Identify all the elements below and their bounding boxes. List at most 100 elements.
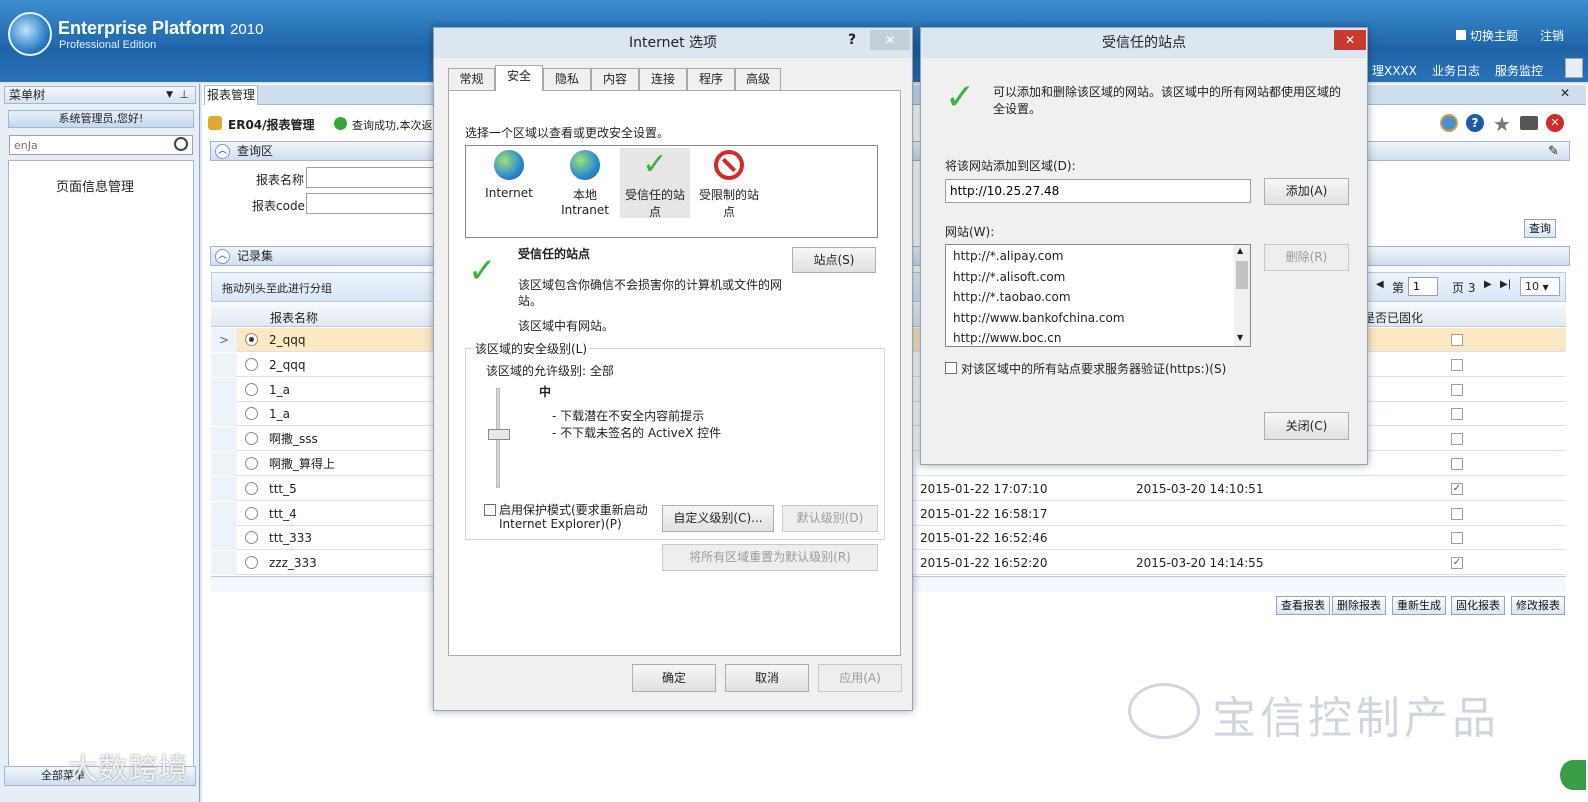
pin-icon[interactable]: ⊥: [179, 87, 189, 103]
action-button[interactable]: 查看报表: [1276, 596, 1330, 615]
scroll-down-icon[interactable]: ▼: [1237, 333, 1243, 342]
close-button[interactable]: ✕: [870, 30, 910, 50]
allowed-level: 该区域的允许级别: 全部: [486, 364, 614, 378]
collapse-icon[interactable]: ︿: [215, 249, 230, 264]
level-slider-thumb[interactable]: [488, 429, 510, 440]
tab-report-management[interactable]: 报表管理: [204, 85, 258, 105]
add-button[interactable]: 添加(A): [1264, 178, 1349, 205]
apply-button[interactable]: 应用(A): [818, 664, 902, 692]
col-header-name[interactable]: 报表名称: [270, 309, 318, 326]
action-button[interactable]: 修改报表: [1511, 596, 1565, 615]
listbox-scrollbar[interactable]: ▲ ▼: [1234, 245, 1250, 346]
collapse-icon[interactable]: ︿: [215, 144, 230, 159]
row-radio[interactable]: [245, 556, 258, 570]
group-by-hint: 拖动列头至此进行分组: [222, 282, 332, 295]
action-button[interactable]: 删除报表: [1332, 596, 1386, 615]
dropdown-icon[interactable]: ▼: [166, 87, 173, 103]
row-radio[interactable]: [245, 357, 258, 371]
query-button[interactable]: 查询: [1524, 219, 1556, 238]
nav-scroll-button[interactable]: [1565, 58, 1583, 78]
tab-6[interactable]: 高级: [735, 68, 781, 90]
action-button[interactable]: 固化报表: [1451, 596, 1505, 615]
row-fixed-checkbox[interactable]: [1451, 507, 1463, 520]
list-item[interactable]: http://*.alipay.com: [953, 249, 1063, 263]
pager-page-label: 第: [1392, 281, 1405, 295]
row-fixed-checkbox[interactable]: [1451, 358, 1463, 371]
tab-4[interactable]: 连接: [639, 68, 687, 90]
site-url-input[interactable]: [945, 179, 1251, 203]
help-button[interactable]: ?: [848, 32, 856, 48]
switch-theme-link[interactable]: 切换主题: [1456, 27, 1518, 44]
custom-level-button[interactable]: 自定义级别(C)...: [662, 505, 774, 532]
help-icon[interactable]: ?: [1466, 114, 1484, 132]
scroll-thumb[interactable]: [1236, 261, 1248, 289]
close-button[interactable]: ✕: [1334, 30, 1366, 50]
row-radio[interactable]: [245, 506, 258, 520]
last-page-icon[interactable]: ▶|: [1500, 279, 1511, 290]
tab-5[interactable]: 程序: [687, 68, 735, 90]
brush-icon[interactable]: ✎: [1548, 144, 1559, 159]
search-icon[interactable]: [174, 137, 188, 151]
list-item[interactable]: http://www.bankofchina.com: [953, 311, 1125, 325]
sidebar-item-page-info[interactable]: 页面信息管理: [56, 176, 134, 195]
zoom-icon[interactable]: [1440, 114, 1458, 132]
row-radio[interactable]: [245, 432, 258, 446]
zone-item[interactable]: 本地 Intranet: [550, 148, 620, 218]
zone-label: 受限制的站: [698, 188, 759, 202]
row-fixed-checkbox[interactable]: ✓: [1451, 557, 1463, 570]
zone-item[interactable]: ✓ 受信任的站点: [620, 148, 690, 219]
close-icon[interactable]: ✕: [1546, 114, 1564, 132]
page-number-input[interactable]: [1408, 277, 1438, 296]
row-fixed-checkbox[interactable]: [1451, 408, 1463, 421]
sites-listbox[interactable]: http://*.alipay.com http://*.alisoft.com h…: [945, 244, 1251, 347]
star-icon[interactable]: ★: [1493, 112, 1511, 136]
report-name-input[interactable]: [306, 167, 436, 188]
nav-business-log[interactable]: 业务日志: [1432, 62, 1480, 79]
zone-item[interactable]: 受限制的站点: [694, 148, 764, 219]
close-tab-icon[interactable]: ✕: [1560, 86, 1570, 100]
https-required-checkbox[interactable]: [945, 362, 957, 374]
row-fixed-checkbox[interactable]: [1451, 334, 1463, 346]
ok-button[interactable]: 确定: [632, 664, 716, 692]
cancel-button[interactable]: 取消: [725, 664, 809, 692]
list-item[interactable]: http://www.boc.cn: [953, 331, 1062, 345]
nav-partial-link[interactable]: 理XXXX: [1372, 62, 1417, 79]
row-fixed-checkbox[interactable]: ✓: [1451, 482, 1463, 495]
prev-page-icon[interactable]: ◀: [1376, 279, 1384, 290]
row-radio[interactable]: [245, 333, 258, 346]
tab-1[interactable]: 安全: [495, 65, 543, 91]
list-item[interactable]: http://*.taobao.com: [953, 290, 1071, 304]
row-fixed-checkbox[interactable]: [1451, 383, 1463, 396]
breadcrumb: ER04/报表管理: [228, 118, 315, 132]
close-dialog-button[interactable]: 关闭(C): [1264, 412, 1349, 440]
row-radio[interactable]: [245, 382, 258, 396]
protected-mode-checkbox[interactable]: [484, 504, 496, 516]
scroll-up-icon[interactable]: ▲: [1237, 246, 1243, 255]
default-level-button[interactable]: 默认级别(D): [782, 505, 878, 532]
sidebar-search-input[interactable]: [9, 135, 193, 155]
print-icon[interactable]: [1520, 116, 1538, 130]
tab-0[interactable]: 常规: [448, 68, 495, 90]
reset-all-zones-button[interactable]: 将所有区域重置为默认级别(R): [662, 544, 878, 571]
row-fixed-checkbox[interactable]: [1451, 458, 1463, 470]
logout-link[interactable]: 注销: [1540, 27, 1564, 44]
zone-item[interactable]: Internet: [474, 148, 544, 218]
row-fixed-checkbox[interactable]: [1451, 433, 1463, 446]
next-page-icon[interactable]: ▶: [1484, 279, 1492, 290]
row-fixed-checkbox[interactable]: [1451, 532, 1463, 545]
action-button[interactable]: 重新生成: [1392, 596, 1446, 615]
page-size-select[interactable]: 10 ▼: [1520, 277, 1560, 296]
nav-service-monitor[interactable]: 服务监控: [1495, 62, 1543, 79]
app-logo-icon: [8, 12, 52, 56]
sites-button[interactable]: 站点(S): [792, 247, 876, 273]
tab-2[interactable]: 隐私: [543, 68, 591, 90]
remove-button[interactable]: 删除(R): [1264, 244, 1349, 271]
list-item[interactable]: http://*.alisoft.com: [953, 270, 1065, 284]
tab-3[interactable]: 内容: [591, 68, 639, 90]
row-radio[interactable]: [245, 481, 258, 495]
row-radio[interactable]: [245, 531, 258, 545]
zone-instruction: 选择一个区域以查看或更改安全设置。: [465, 126, 670, 140]
report-code-input[interactable]: [306, 193, 436, 214]
row-radio[interactable]: [245, 457, 258, 470]
row-radio[interactable]: [245, 407, 258, 421]
